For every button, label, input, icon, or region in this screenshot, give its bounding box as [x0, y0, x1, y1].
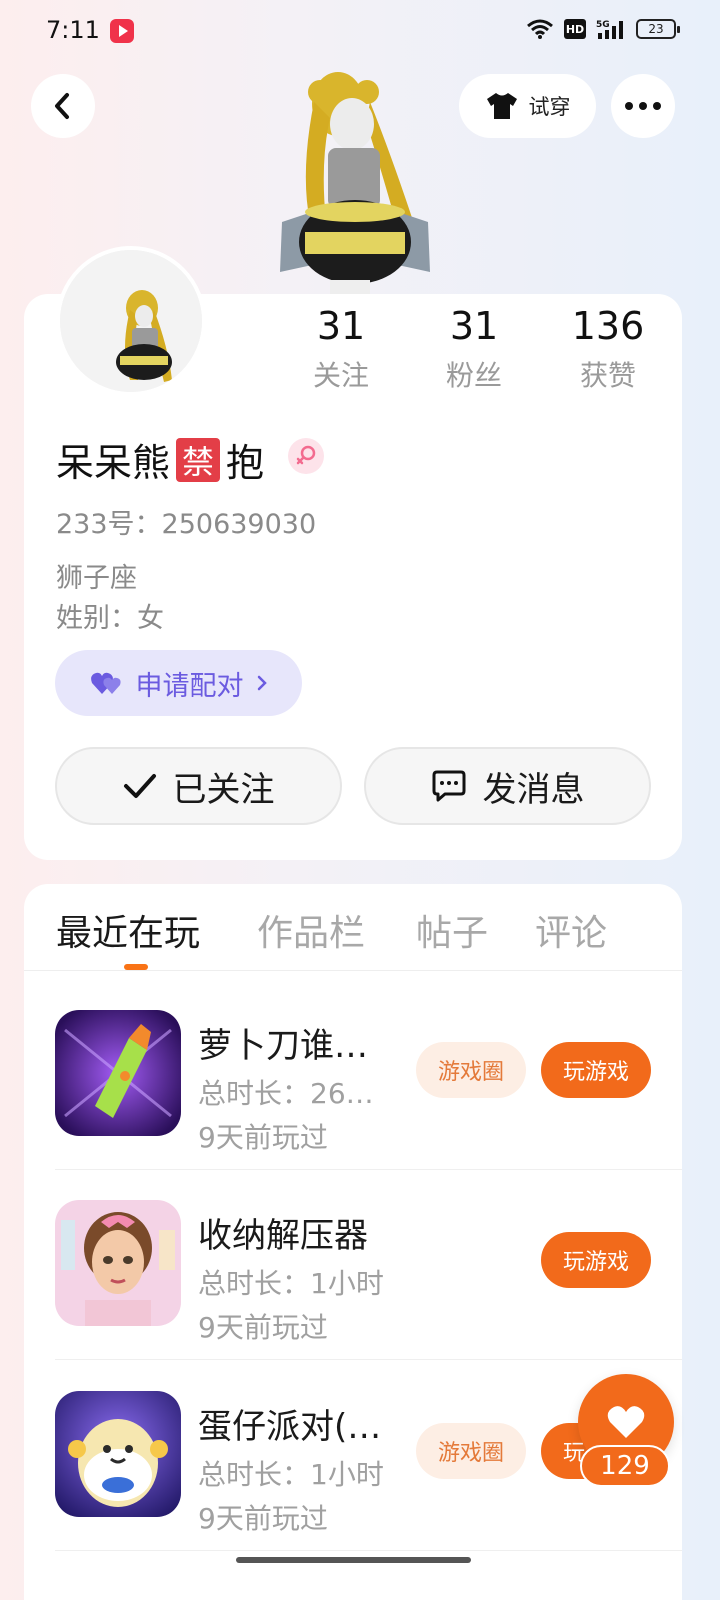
stat-followers[interactable]: 31 粉丝 [414, 302, 534, 394]
status-time: 7:11 [46, 16, 100, 44]
game-row[interactable]: 萝卜刀谁… 总时长：26… 9天前玩过 游戏圈 玩游戏 [55, 980, 682, 1170]
more-button[interactable] [611, 74, 675, 138]
back-button[interactable] [31, 74, 95, 138]
game-duration: 总时长：26… [198, 1077, 374, 1110]
game-duration: 总时长：1小时 [198, 1267, 384, 1300]
game-circle-button[interactable]: 游戏圈 [416, 1423, 526, 1479]
tab-recently-played[interactable]: 最近在玩 [56, 904, 200, 956]
status-icons: HD 5G 23 [526, 18, 680, 40]
request-match-label: 申请配对 [135, 670, 244, 702]
game-icon-carrot-knife [55, 1010, 181, 1136]
nickname-text-end: 抱 [226, 441, 265, 485]
stat-likes[interactable]: 136 获赞 [548, 302, 668, 394]
play-game-button[interactable]: 玩游戏 [541, 1232, 651, 1288]
heart-icon [607, 1406, 645, 1438]
ban-emoji-badge: 禁 [176, 437, 221, 482]
chevron-right-icon [257, 675, 267, 691]
user-id: 233号：250639030 [56, 509, 317, 540]
play-game-button[interactable]: 玩游戏 [541, 1042, 651, 1098]
check-icon [123, 774, 156, 798]
signal-icon: 5G [596, 20, 623, 39]
game-title: 萝卜刀谁… [198, 1026, 368, 1066]
status-bar: 7:11 HD 5G 23 [0, 0, 720, 64]
battery-icon: 23 [636, 19, 680, 39]
divider [55, 1550, 682, 1551]
game-last-played: 9天前玩过 [198, 1121, 328, 1154]
avatar-image [60, 250, 202, 392]
game-last-played: 9天前玩过 [198, 1311, 328, 1344]
followed-button[interactable]: 已关注 [55, 747, 342, 825]
stat-value: 31 [449, 304, 499, 348]
like-count: 129 [580, 1445, 670, 1487]
stat-value: 31 [316, 304, 366, 348]
chat-bubble-icon [432, 770, 465, 802]
game-row[interactable]: 收纳解压器 总时长：1小时 9天前玩过 玩游戏 [55, 1170, 682, 1360]
zodiac-sign: 狮子座 [56, 563, 137, 594]
stat-label: 关注 [312, 359, 369, 392]
followed-label: 已关注 [172, 769, 275, 810]
female-icon [288, 438, 324, 474]
svg-text:5G: 5G [596, 20, 610, 30]
stat-label: 粉丝 [445, 359, 502, 392]
more-dots-icon [625, 102, 661, 110]
send-message-label: 发消息 [482, 769, 585, 810]
stat-label: 获赞 [579, 359, 636, 392]
game-circle-button[interactable]: 游戏圈 [416, 1042, 526, 1098]
try-on-label: 试穿 [528, 95, 571, 119]
gender-text: 姓别：女 [56, 603, 164, 634]
game-last-played: 9天前玩过 [198, 1502, 328, 1535]
avatar-3d-figure [280, 72, 430, 294]
divider [24, 970, 682, 971]
game-title: 蛋仔派对(… [198, 1407, 382, 1447]
profile-avatar[interactable] [56, 246, 206, 396]
wifi-icon [527, 19, 553, 39]
chevron-left-icon [55, 93, 69, 119]
double-heart-icon [90, 672, 121, 694]
stat-following[interactable]: 31 关注 [281, 302, 401, 394]
tab-comments[interactable]: 评论 [535, 904, 607, 956]
tshirt-icon [486, 93, 517, 119]
tab-works[interactable]: 作品栏 [257, 904, 365, 956]
video-app-icon [110, 19, 134, 43]
hd-icon: HD [564, 19, 586, 39]
game-icon-eggy-party [55, 1391, 181, 1517]
divider [55, 1359, 682, 1360]
game-icon-storage-decompress [55, 1200, 181, 1326]
home-indicator[interactable] [236, 1557, 471, 1563]
stat-value: 136 [571, 304, 645, 348]
send-message-button[interactable]: 发消息 [364, 747, 651, 825]
request-match-button[interactable]: 申请配对 [55, 650, 302, 716]
tab-posts[interactable]: 帖子 [416, 904, 488, 956]
game-title: 收纳解压器 [198, 1216, 368, 1256]
nickname-text: 呆呆熊 [56, 441, 171, 485]
try-on-button[interactable]: 试穿 [459, 74, 596, 138]
game-duration: 总时长：1小时 [198, 1458, 384, 1491]
nickname: 呆呆熊 禁 抱 [56, 432, 264, 487]
